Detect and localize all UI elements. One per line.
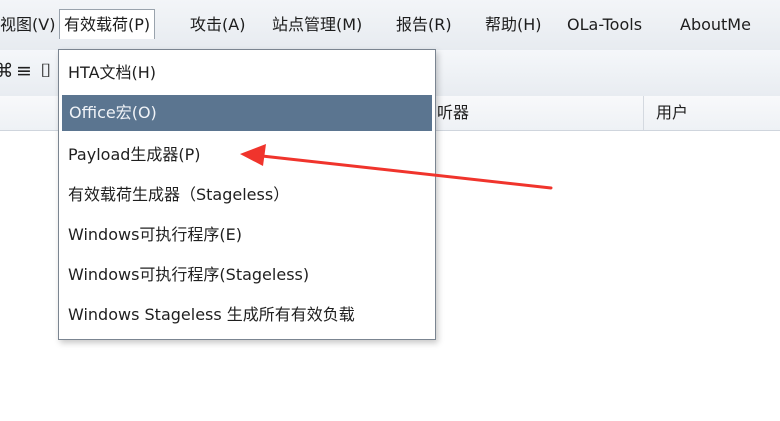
list-icon[interactable]: ≡ — [12, 59, 36, 83]
menu-payload[interactable]: 有效载荷(P) — [59, 9, 156, 39]
menu-view[interactable]: 视图(V) — [0, 10, 55, 40]
menu-item-windows-executable[interactable]: Windows可执行程序(E) — [59, 217, 435, 253]
menu-attack[interactable]: 攻击(A) — [190, 10, 245, 40]
menu-aboutme[interactable]: AboutMe — [680, 10, 751, 40]
menu-site-management[interactable]: 站点管理(M) — [272, 10, 362, 40]
menu-item-hta-document[interactable]: HTA文档(H) — [59, 55, 435, 91]
bracket-icon[interactable]: ⌷ — [34, 59, 58, 83]
menu-item-windows-stageless-all-payloads[interactable]: Windows Stageless 生成所有有效负载 — [59, 297, 435, 333]
menu-item-windows-executable-stageless[interactable]: Windows可执行程序(Stageless) — [59, 257, 435, 293]
menubar: 视图(V) 有效载荷(P) 攻击(A) 站点管理(M) 报告(R) 帮助(H) … — [0, 0, 780, 51]
menu-item-stageless-payload-generator[interactable]: 有效载荷生成器（Stageless） — [59, 177, 435, 213]
menu-help[interactable]: 帮助(H) — [485, 10, 542, 40]
menu-item-office-macro[interactable]: Office宏(O) — [62, 95, 432, 131]
menu-report[interactable]: 报告(R) — [396, 10, 452, 40]
column-listener-header[interactable]: 听器 — [437, 96, 469, 130]
column-user-header[interactable]: 用户 — [656, 96, 688, 130]
payload-dropdown-menu: HTA文档(H) Office宏(O) Payload生成器(P) 有效载荷生成… — [58, 49, 436, 340]
column-separator — [643, 96, 644, 130]
menu-item-payload-generator[interactable]: Payload生成器(P) — [59, 137, 435, 173]
menu-ola-tools[interactable]: OLa-Tools — [567, 10, 642, 40]
